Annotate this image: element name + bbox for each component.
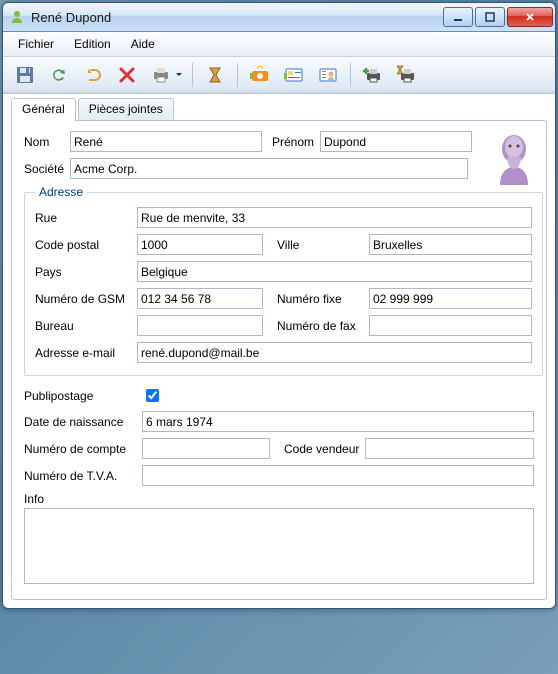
nom-field[interactable] xyxy=(70,131,262,152)
dob-field[interactable] xyxy=(142,411,534,432)
toolbar-separator xyxy=(350,63,351,87)
rue-field[interactable] xyxy=(137,207,532,228)
hourglass-printer-button[interactable] xyxy=(391,61,423,89)
label-tva: Numéro de T.V.A. xyxy=(24,469,136,483)
ville-field[interactable] xyxy=(369,234,532,255)
portrait-card-button[interactable] xyxy=(312,61,344,89)
publipostage-checkbox[interactable] xyxy=(146,389,159,402)
minimize-button[interactable] xyxy=(443,7,473,27)
label-compte: Numéro de compte xyxy=(24,442,136,456)
window-title: René Dupond xyxy=(31,10,443,25)
info-textarea[interactable] xyxy=(24,508,534,584)
email-field[interactable] xyxy=(137,342,532,363)
hourglass-button[interactable] xyxy=(199,61,231,89)
label-pays: Pays xyxy=(35,265,131,279)
avatar[interactable] xyxy=(492,129,536,185)
societe-field[interactable] xyxy=(70,158,468,179)
app-window: René Dupond Fichier Edition Aide Général… xyxy=(2,2,556,609)
cp-field[interactable] xyxy=(137,234,263,255)
compte-field[interactable] xyxy=(142,438,270,459)
menu-help[interactable]: Aide xyxy=(122,34,164,54)
titlebar[interactable]: René Dupond xyxy=(3,3,555,32)
maximize-button[interactable] xyxy=(475,7,505,27)
prenom-field[interactable] xyxy=(320,131,472,152)
fax-field[interactable] xyxy=(369,315,532,336)
content-area: Général Pièces jointes Nom Prénom Sociét… xyxy=(3,94,555,608)
tab-panel-general: Nom Prénom Société Adresse Rue Code post… xyxy=(11,120,547,600)
camera-button[interactable] xyxy=(244,61,276,89)
toolbar xyxy=(3,57,555,94)
print-button[interactable] xyxy=(145,61,186,89)
add-printer-button[interactable] xyxy=(357,61,389,89)
tab-strip: Général Pièces jointes xyxy=(11,98,547,121)
gsm-field[interactable] xyxy=(137,288,263,309)
tva-field[interactable] xyxy=(142,465,534,486)
address-group: Adresse Rue Code postal Ville Pays Numér… xyxy=(24,185,543,376)
label-email: Adresse e-mail xyxy=(35,346,131,360)
app-icon xyxy=(9,9,25,25)
label-bureau: Bureau xyxy=(35,319,131,333)
address-legend: Adresse xyxy=(35,185,87,199)
bureau-field[interactable] xyxy=(137,315,263,336)
menubar: Fichier Edition Aide xyxy=(3,32,555,57)
label-publipostage: Publipostage xyxy=(24,389,136,403)
pays-field[interactable] xyxy=(137,261,532,282)
label-societe: Société xyxy=(24,162,64,176)
save-button[interactable] xyxy=(9,61,41,89)
label-vendeur: Code vendeur xyxy=(284,442,359,456)
label-info: Info xyxy=(24,492,44,506)
label-cp: Code postal xyxy=(35,238,131,252)
tab-attachments[interactable]: Pièces jointes xyxy=(78,98,174,121)
menu-file[interactable]: Fichier xyxy=(9,34,63,54)
label-fax: Numéro de fax xyxy=(277,319,363,333)
close-button[interactable] xyxy=(507,7,553,27)
label-fixe: Numéro fixe xyxy=(277,292,363,306)
label-gsm: Numéro de GSM xyxy=(35,292,131,306)
toolbar-separator xyxy=(237,63,238,87)
delete-button[interactable] xyxy=(111,61,143,89)
fixe-field[interactable] xyxy=(369,288,532,309)
vendeur-field[interactable] xyxy=(365,438,534,459)
refresh-button[interactable] xyxy=(43,61,75,89)
label-prenom: Prénom xyxy=(272,135,314,149)
toolbar-separator xyxy=(192,63,193,87)
undo-button[interactable] xyxy=(77,61,109,89)
label-rue: Rue xyxy=(35,211,131,225)
label-ville: Ville xyxy=(277,238,363,252)
window-controls xyxy=(443,7,553,27)
tab-general[interactable]: Général xyxy=(11,98,76,121)
id-card-button[interactable] xyxy=(278,61,310,89)
label-dob: Date de naissance xyxy=(24,415,136,429)
menu-edit[interactable]: Edition xyxy=(65,34,120,54)
label-nom: Nom xyxy=(24,135,64,149)
